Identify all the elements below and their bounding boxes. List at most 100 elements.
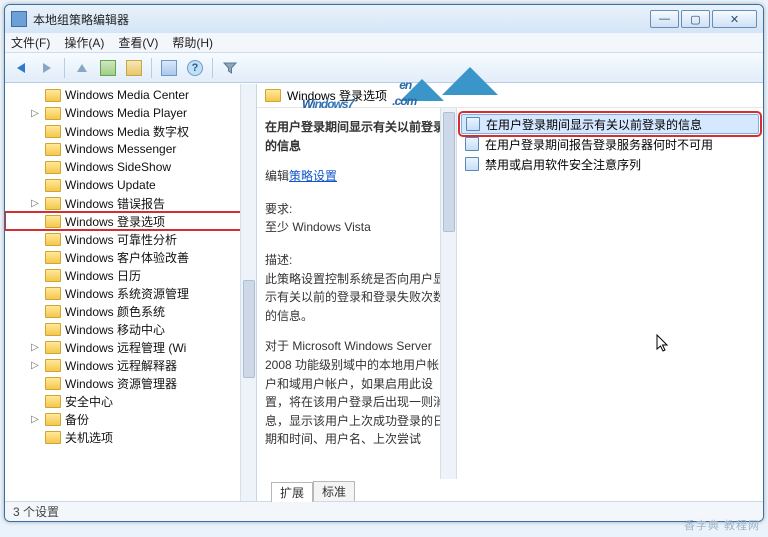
tree-item-label: 安全中心 bbox=[65, 393, 113, 410]
tree-item-label: Windows Update bbox=[65, 178, 156, 192]
folder-icon bbox=[265, 89, 281, 102]
tree-scrollbar[interactable] bbox=[240, 84, 256, 501]
tree-item-label: Windows 日历 bbox=[65, 267, 141, 284]
titlebar[interactable]: 本地组策略编辑器 — ▢ ✕ bbox=[5, 5, 763, 33]
path-bar: Windows 登录选项 bbox=[257, 84, 763, 108]
tree-item[interactable]: Windows Update bbox=[5, 176, 256, 194]
edit-prefix: 编辑 bbox=[265, 169, 289, 183]
tree-item-label: Windows 资源管理器 bbox=[65, 375, 177, 392]
policy-item[interactable]: 禁用或启用软件安全注意序列 bbox=[461, 154, 759, 174]
tree-item[interactable]: Windows Messenger bbox=[5, 140, 256, 158]
folder-icon bbox=[45, 233, 61, 246]
expand-icon[interactable]: ▷ bbox=[29, 342, 41, 353]
edit-policy-link[interactable]: 策略设置 bbox=[289, 169, 337, 183]
tree-item[interactable]: 关机选项 bbox=[5, 428, 256, 446]
tree-item[interactable]: Windows Media 数字权 bbox=[5, 122, 256, 140]
folder-icon bbox=[45, 215, 61, 228]
up-button[interactable] bbox=[70, 56, 94, 80]
tree-item[interactable]: Windows 资源管理器 bbox=[5, 374, 256, 392]
menu-view[interactable]: 查看(V) bbox=[118, 34, 158, 51]
toolbar-separator bbox=[212, 58, 213, 78]
expand-icon[interactable]: ▷ bbox=[29, 108, 41, 119]
back-button[interactable] bbox=[9, 56, 33, 80]
tree-item[interactable]: ▷ Windows Media Player bbox=[5, 104, 256, 122]
properties-button[interactable] bbox=[157, 56, 181, 80]
policy-icon bbox=[466, 117, 480, 131]
tree-item-label: 备份 bbox=[65, 411, 89, 428]
export-icon bbox=[126, 60, 142, 76]
folder-icon bbox=[45, 143, 61, 156]
policy-item[interactable]: 在用户登录期间报告登录服务器何时不可用 bbox=[461, 134, 759, 154]
tree-item[interactable]: Windows SideShow bbox=[5, 158, 256, 176]
tree-item[interactable]: ▷ 备份 bbox=[5, 410, 256, 428]
policy-item-label: 在用户登录期间报告登录服务器何时不可用 bbox=[485, 136, 713, 153]
statusbar: 3 个设置 bbox=[5, 501, 763, 521]
tab-strip: 扩展 标准 bbox=[257, 479, 763, 501]
tree-item[interactable]: Windows 登录选项 bbox=[5, 212, 256, 230]
detail-scrollbar-thumb[interactable] bbox=[443, 112, 455, 232]
description-text-1: 此策略设置控制系统是否向用户显示有关以前的登录和登录失败次数的信息。 bbox=[265, 270, 448, 326]
folder-icon bbox=[45, 89, 61, 102]
toolbar-separator bbox=[64, 58, 65, 78]
tree-item[interactable]: 安全中心 bbox=[5, 392, 256, 410]
tab-extended[interactable]: 扩展 bbox=[271, 482, 313, 502]
tree-item[interactable]: Windows 可靠性分析 bbox=[5, 230, 256, 248]
app-icon bbox=[11, 11, 27, 27]
tree-item-label: Windows Messenger bbox=[65, 142, 176, 156]
detail-scrollbar[interactable] bbox=[440, 108, 456, 479]
forward-button[interactable] bbox=[35, 56, 59, 80]
tree-pane[interactable]: Windows Media Center ▷ Windows Media Playe… bbox=[5, 84, 257, 501]
description-text-2: 对于 Microsoft Windows Server 2008 功能级别域中的… bbox=[265, 337, 448, 449]
folder-icon bbox=[45, 395, 61, 408]
policy-item-label: 禁用或启用软件安全注意序列 bbox=[485, 156, 641, 173]
requirement-value: 至少 Windows Vista bbox=[265, 218, 448, 237]
menu-help[interactable]: 帮助(H) bbox=[172, 34, 213, 51]
app-window: 本地组策略编辑器 — ▢ ✕ 文件(F) 操作(A) 查看(V) 帮助(H) ?… bbox=[4, 4, 764, 522]
folder-icon bbox=[45, 251, 61, 264]
maximize-button[interactable]: ▢ bbox=[681, 10, 710, 28]
tree-item-label: Windows 颜色系统 bbox=[65, 303, 165, 320]
right-pane: Windows 登录选项 在用户登录期间显示有关以前登录的信息 编辑策略设置 要… bbox=[257, 84, 763, 501]
policy-list[interactable]: 在用户登录期间显示有关以前登录的信息在用户登录期间报告登录服务器何时不可用禁用或… bbox=[457, 108, 763, 479]
tree-item[interactable]: Windows Media Center bbox=[5, 86, 256, 104]
folder-icon bbox=[45, 179, 61, 192]
folder-icon bbox=[45, 107, 61, 120]
toolbar: ? bbox=[5, 53, 763, 83]
export-button[interactable] bbox=[122, 56, 146, 80]
tree-item[interactable]: Windows 移动中心 bbox=[5, 320, 256, 338]
tree-item[interactable]: ▷Windows 远程管理 (Wi bbox=[5, 338, 256, 356]
menu-action[interactable]: 操作(A) bbox=[64, 34, 104, 51]
folder-icon bbox=[45, 359, 61, 372]
policy-item[interactable]: 在用户登录期间显示有关以前登录的信息 bbox=[461, 114, 759, 134]
policy-icon bbox=[465, 137, 479, 151]
tree-item-label: Windows Media Player bbox=[65, 106, 187, 120]
expand-icon[interactable]: ▷ bbox=[29, 360, 41, 371]
detail-title: 在用户登录期间显示有关以前登录的信息 bbox=[265, 120, 445, 153]
tree-item-label: Windows 客户体验改善 bbox=[65, 249, 189, 266]
minimize-button[interactable]: — bbox=[650, 10, 679, 28]
menu-file[interactable]: 文件(F) bbox=[11, 34, 50, 51]
folder-icon bbox=[45, 197, 61, 210]
close-button[interactable]: ✕ bbox=[712, 10, 757, 28]
window-buttons: — ▢ ✕ bbox=[650, 10, 757, 28]
toolbar-separator bbox=[151, 58, 152, 78]
tree-item[interactable]: ▷Windows 远程解释器 bbox=[5, 356, 256, 374]
tree-item-label: 关机选项 bbox=[65, 429, 113, 446]
tree-item[interactable]: Windows 系统资源管理 bbox=[5, 284, 256, 302]
tree-item[interactable]: Windows 客户体验改善 bbox=[5, 248, 256, 266]
expand-icon[interactable]: ▷ bbox=[29, 414, 41, 425]
status-text: 3 个设置 bbox=[13, 503, 59, 520]
show-hide-tree-button[interactable] bbox=[96, 56, 120, 80]
help-button[interactable]: ? bbox=[183, 56, 207, 80]
tree-item[interactable]: ▷Windows 错误报告 bbox=[5, 194, 256, 212]
help-icon: ? bbox=[187, 60, 203, 76]
filter-button[interactable] bbox=[218, 56, 242, 80]
tree-scrollbar-thumb[interactable] bbox=[243, 280, 255, 378]
tree-item-label: Windows 可靠性分析 bbox=[65, 231, 177, 248]
menubar: 文件(F) 操作(A) 查看(V) 帮助(H) bbox=[5, 33, 763, 53]
tree-item[interactable]: Windows 日历 bbox=[5, 266, 256, 284]
tree-item[interactable]: Windows 颜色系统 bbox=[5, 302, 256, 320]
expand-icon[interactable]: ▷ bbox=[29, 198, 41, 209]
description-label: 描述: bbox=[265, 251, 448, 270]
tab-standard[interactable]: 标准 bbox=[313, 481, 355, 501]
